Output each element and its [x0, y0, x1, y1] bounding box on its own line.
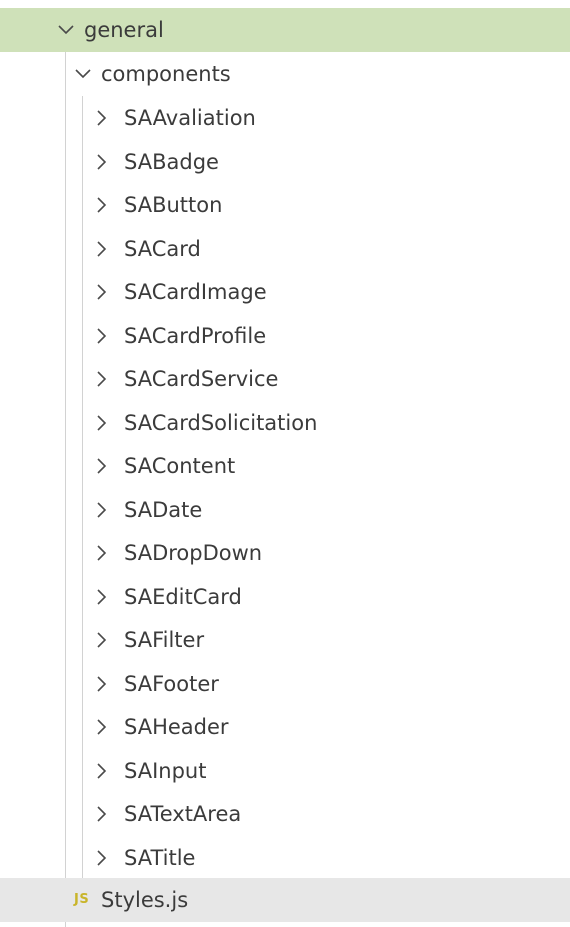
- tree-folder-item[interactable]: SAContent: [0, 444, 570, 488]
- chevron-right-icon: [93, 444, 111, 488]
- chevron-right-icon: [93, 618, 111, 662]
- tree-folder-item[interactable]: SABadge: [0, 140, 570, 184]
- tree-folder-item[interactable]: SAFilter: [0, 618, 570, 662]
- chevron-right-icon: [93, 575, 111, 619]
- folder-label: SACardService: [124, 367, 279, 391]
- tree-folder-item[interactable]: SADropDown: [0, 531, 570, 575]
- tree-folder-item[interactable]: SAInput: [0, 749, 570, 793]
- folder-label: SACardProfile: [124, 324, 267, 348]
- chevron-right-icon: [93, 357, 111, 401]
- tree-folder-general[interactable]: general: [0, 8, 570, 52]
- tree-folder-item[interactable]: SATitle: [0, 836, 570, 880]
- tree-folder-item[interactable]: SACard: [0, 227, 570, 271]
- folder-label: SAEditCard: [124, 585, 242, 609]
- folder-label: SADate: [124, 498, 203, 522]
- tree-folder-components[interactable]: components: [0, 52, 570, 96]
- chevron-right-icon: [93, 183, 111, 227]
- tree-folder-item[interactable]: SAFooter: [0, 662, 570, 706]
- folder-label: SATextArea: [124, 802, 242, 826]
- folder-label: SAHeader: [124, 715, 229, 739]
- chevron-right-icon: [93, 662, 111, 706]
- folder-label: SACardSolicitation: [124, 411, 318, 435]
- folder-label: general: [84, 18, 164, 42]
- tree-folder-item[interactable]: SACardProfile: [0, 314, 570, 358]
- tree-folder-item[interactable]: SAEditCard: [0, 575, 570, 619]
- tree-folder-item[interactable]: SAAvaliation: [0, 96, 570, 140]
- chevron-down-icon: [74, 52, 92, 96]
- folder-label: SADropDown: [124, 541, 263, 565]
- chevron-right-icon: [93, 749, 111, 793]
- tree-folder-item[interactable]: SACardService: [0, 357, 570, 401]
- folder-label: SABadge: [124, 150, 219, 174]
- chevron-right-icon: [93, 270, 111, 314]
- tree-folder-item[interactable]: SACardImage: [0, 270, 570, 314]
- chevron-right-icon: [93, 836, 111, 880]
- folder-label: SACardImage: [124, 280, 267, 304]
- tree-folder-item[interactable]: SADate: [0, 488, 570, 532]
- tree-folder-item[interactable]: SACardSolicitation: [0, 401, 570, 445]
- chevron-down-icon: [57, 8, 75, 52]
- chevron-right-icon: [93, 314, 111, 358]
- folder-label: SAInput: [124, 759, 207, 783]
- folder-label: components: [101, 62, 231, 86]
- chevron-right-icon: [93, 792, 111, 836]
- tree-folder-item[interactable]: SAButton: [0, 183, 570, 227]
- folder-label: SAAvaliation: [124, 106, 256, 130]
- chevron-right-icon: [93, 531, 111, 575]
- folder-label: SAFooter: [124, 672, 219, 696]
- chevron-right-icon: [93, 140, 111, 184]
- javascript-file-icon: JS: [74, 892, 90, 907]
- file-explorer-tree: general components SAAvaliation SABadge SA…: [0, 0, 570, 927]
- tree-folder-item[interactable]: SAHeader: [0, 705, 570, 749]
- folder-label: SAContent: [124, 454, 236, 478]
- folder-label: SAButton: [124, 193, 223, 217]
- chevron-right-icon: [93, 227, 111, 271]
- chevron-right-icon: [93, 401, 111, 445]
- folder-label: SATitle: [124, 846, 196, 870]
- chevron-right-icon: [93, 96, 111, 140]
- chevron-right-icon: [93, 488, 111, 532]
- tree-file-styles-js[interactable]: JS Styles.js: [0, 878, 570, 922]
- folder-label: SACard: [124, 237, 201, 261]
- tree-folder-item[interactable]: SATextArea: [0, 792, 570, 836]
- chevron-right-icon: [93, 705, 111, 749]
- file-label: Styles.js: [101, 888, 189, 912]
- folder-label: SAFilter: [124, 628, 205, 652]
